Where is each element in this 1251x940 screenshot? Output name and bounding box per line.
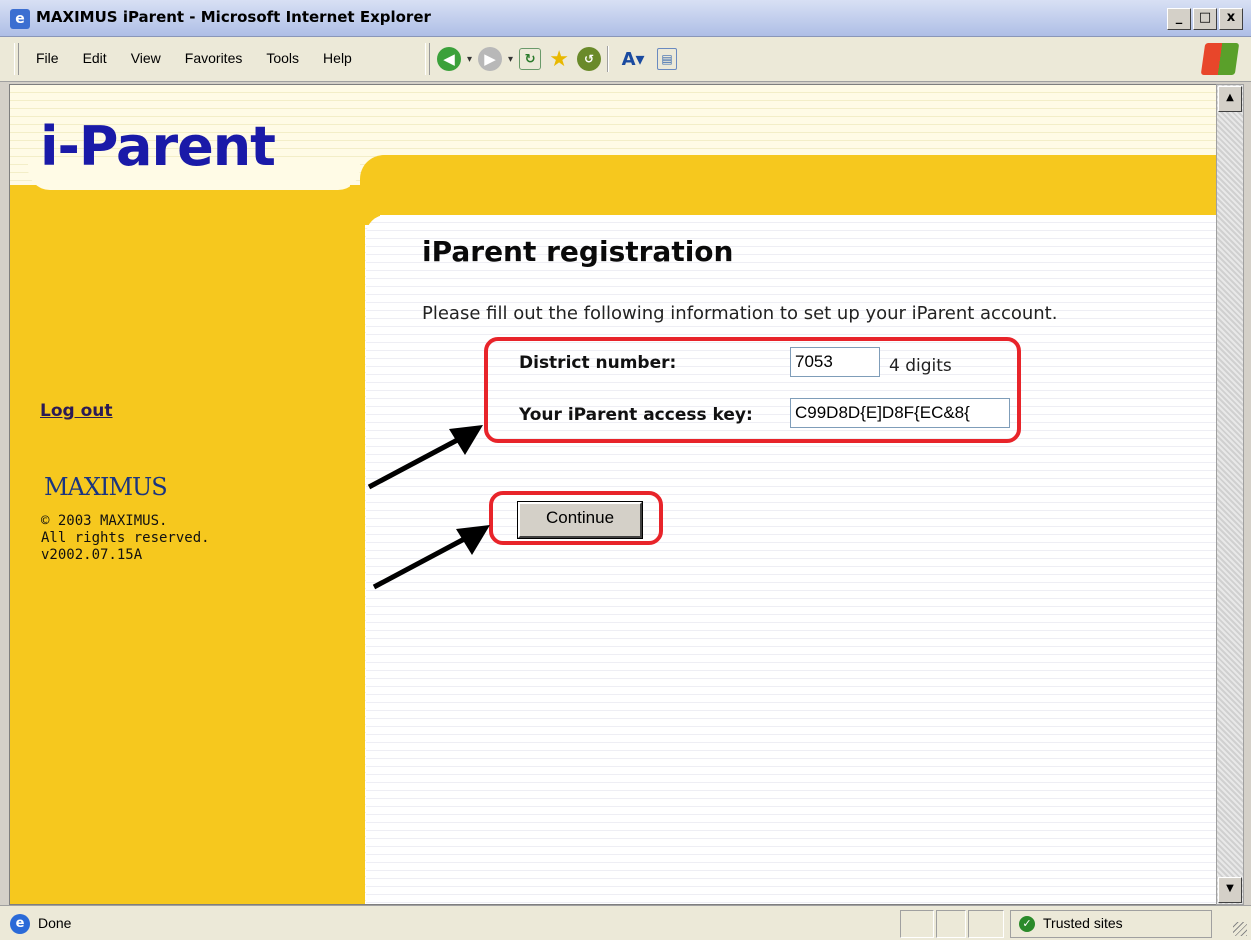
security-zone[interactable]: ✓ Trusted sites <box>1010 910 1212 938</box>
menu-file[interactable]: File <box>24 50 71 66</box>
maximize-button[interactable]: □ <box>1193 8 1217 30</box>
ie-icon: e <box>10 9 30 29</box>
close-button[interactable]: x <box>1219 8 1243 30</box>
intro-text: Please fill out the following informatio… <box>422 303 1058 324</box>
back-dropdown-icon[interactable]: ▾ <box>467 54 472 65</box>
status-cell <box>900 910 934 938</box>
back-icon[interactable]: ◀ <box>437 47 461 71</box>
toolbar-grip[interactable] <box>425 43 430 75</box>
favorites-star-icon[interactable]: ★ <box>547 47 571 72</box>
status-bar: e Done ✓ Trusted sites <box>0 905 1251 940</box>
vertical-scrollbar[interactable]: ▲ ▼ <box>1216 84 1244 905</box>
refresh-icon[interactable]: ↻ <box>519 48 542 70</box>
toolbar-separator <box>607 46 610 72</box>
trusted-check-icon: ✓ <box>1019 916 1035 932</box>
header-yellow-band <box>360 155 1216 215</box>
status-text: Done <box>38 915 72 931</box>
iparent-logo: i-Parent <box>40 115 276 178</box>
status-cell <box>936 910 966 938</box>
minimize-button[interactable]: _ <box>1167 8 1191 30</box>
text-size-icon[interactable]: A▾ <box>615 47 651 71</box>
copyright-line: v2002.07.15A <box>41 547 143 563</box>
copyright-line: © 2003 MAXIMUS. <box>41 513 168 529</box>
page-title: iParent registration <box>422 235 734 268</box>
maximus-logo: MAXIMUS <box>44 473 168 501</box>
logout-link[interactable]: Log out <box>40 401 113 421</box>
arrow-annotation <box>367 425 483 490</box>
menu-items: File Edit View Favorites Tools Help <box>24 50 364 66</box>
copyright-line: All rights reserved. <box>41 530 210 546</box>
menu-bar: File Edit View Favorites Tools Help ◀ ▾ … <box>0 37 1251 82</box>
standard-toolbar: ◀ ▾ ▶ ▾ ↻ ★ ↺ A▾ ▤ <box>437 46 678 72</box>
window-title-bar[interactable]: e MAXIMUS iParent - Microsoft Internet E… <box>0 0 1251 37</box>
windows-logo-icon <box>1200 43 1240 75</box>
menu-favorites[interactable]: Favorites <box>173 50 255 66</box>
window-title: MAXIMUS iParent - Microsoft Internet Exp… <box>36 8 431 26</box>
page-status-icon: e <box>10 914 30 934</box>
menu-edit[interactable]: Edit <box>71 50 119 66</box>
copyright-text: © 2003 MAXIMUS. All rights reserved. v20… <box>41 513 210 564</box>
highlight-box-continue <box>489 491 663 545</box>
forward-icon[interactable]: ▶ <box>478 47 503 71</box>
window-controls: _ □ x <box>1167 8 1243 30</box>
toolbar-grip[interactable] <box>14 43 19 75</box>
scroll-down-icon[interactable]: ▼ <box>1218 877 1242 903</box>
zone-text: Trusted sites <box>1043 915 1123 931</box>
forward-dropdown-icon[interactable]: ▾ <box>508 54 513 65</box>
menu-tools[interactable]: Tools <box>254 50 311 66</box>
page-icon[interactable]: ▤ <box>657 48 678 70</box>
arrow-annotation <box>372 525 490 590</box>
history-icon[interactable]: ↺ <box>577 47 602 71</box>
status-cell <box>968 910 1004 938</box>
resize-grip-icon[interactable] <box>1233 922 1247 936</box>
menu-help[interactable]: Help <box>311 50 364 66</box>
scroll-up-icon[interactable]: ▲ <box>1218 86 1242 112</box>
menu-view[interactable]: View <box>119 50 173 66</box>
highlight-box-fields <box>484 337 1021 443</box>
browser-viewport: i-Parent Log out MAXIMUS © 2003 MAXIMUS.… <box>9 84 1217 905</box>
